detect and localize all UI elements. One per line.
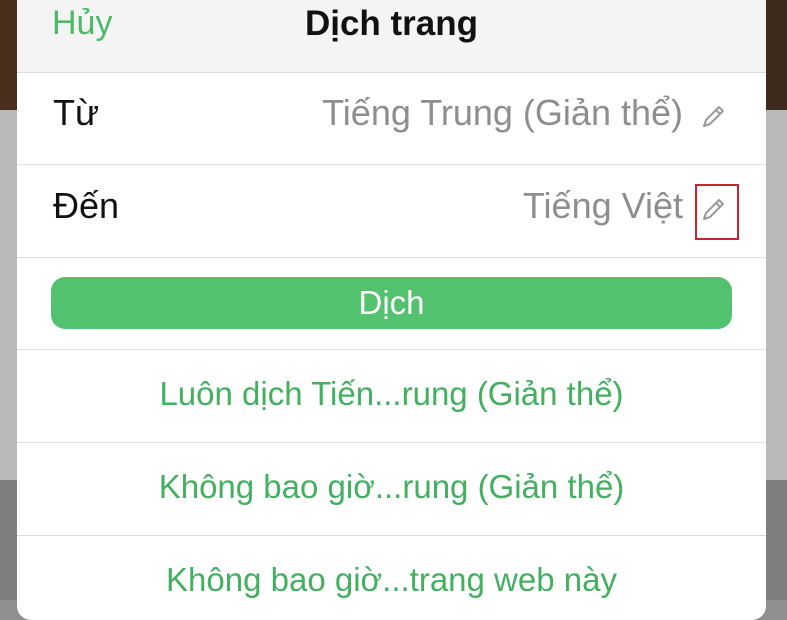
from-language-value: Tiếng Trung (Giản thể) — [322, 92, 683, 133]
never-translate-language-label: Không bao giờ...rung (Giản thể) — [158, 468, 625, 505]
from-language-row[interactable]: Từ Tiếng Trung (Giản thể) — [17, 72, 766, 165]
sheet-header: Hủy Dịch trang — [17, 0, 766, 73]
from-label: Từ — [53, 92, 100, 133]
never-translate-site-label: Không bao giờ...trang web này — [166, 561, 617, 598]
always-translate-option[interactable]: Luôn dịch Tiến...rung (Giản thể) — [17, 350, 766, 443]
to-language-value: Tiếng Việt — [522, 185, 683, 226]
never-translate-site-option[interactable]: Không bao giờ...trang web này — [17, 536, 766, 620]
highlight-box — [695, 184, 739, 240]
always-translate-label: Luôn dịch Tiến...rung (Giản thể) — [159, 375, 624, 412]
to-label: Đến — [53, 185, 120, 226]
to-language-row[interactable]: Đến Tiếng Việt — [17, 165, 766, 258]
translate-page-sheet: Hủy Dịch trang Từ Tiếng Trung (Giản thể)… — [17, 0, 766, 620]
translate-button[interactable]: Dịch — [51, 277, 732, 329]
pencil-icon[interactable] — [698, 102, 728, 132]
sheet-title: Dịch trang — [304, 4, 479, 43]
never-translate-language-option[interactable]: Không bao giờ...rung (Giản thể) — [17, 443, 766, 536]
